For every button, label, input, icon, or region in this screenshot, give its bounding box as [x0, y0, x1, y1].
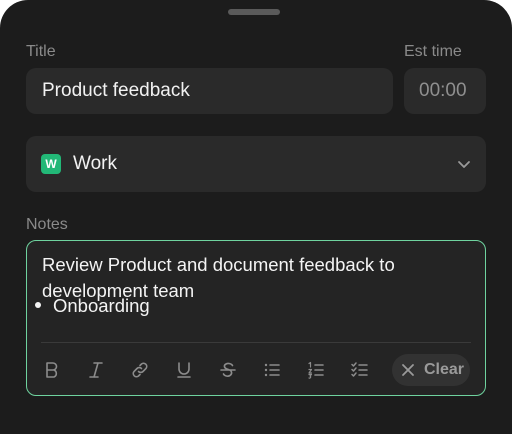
bullet-list-icon[interactable] [261, 359, 283, 381]
est-time-field[interactable]: 00:00 [404, 68, 486, 114]
title-label: Title [26, 43, 56, 60]
numbered-list-icon[interactable] [305, 359, 327, 381]
italic-icon[interactable] [85, 359, 107, 381]
notes-editor[interactable]: Review Product and document feedback to … [26, 240, 486, 396]
title-input-value: Product feedback [42, 80, 190, 101]
notes-bullet-item: Onboarding [35, 293, 150, 319]
toolbar-divider [41, 342, 471, 343]
est-time-label: Est time [404, 43, 462, 60]
clear-label: Clear [424, 361, 465, 378]
est-time-value: 00:00 [419, 80, 467, 101]
title-field[interactable]: Product feedback [26, 68, 393, 114]
bold-icon[interactable] [41, 359, 63, 381]
category-select[interactable]: W Work [26, 136, 486, 192]
chevron-down-icon [458, 161, 470, 168]
notes-label: Notes [26, 216, 68, 233]
checklist-icon[interactable] [349, 359, 371, 381]
clear-button[interactable]: Clear [392, 354, 470, 386]
drag-handle[interactable] [228, 9, 280, 15]
bullet-dot-icon [35, 302, 41, 309]
category-value: Work [73, 153, 117, 174]
link-icon[interactable] [129, 359, 151, 381]
bullet-text: Onboarding [53, 295, 150, 316]
close-icon [402, 364, 414, 376]
work-badge-icon: W [41, 154, 61, 174]
underline-icon[interactable] [173, 359, 195, 381]
strikethrough-icon[interactable] [217, 359, 239, 381]
task-edit-sheet: Title Est time Product feedback 00:00 W … [0, 0, 512, 434]
